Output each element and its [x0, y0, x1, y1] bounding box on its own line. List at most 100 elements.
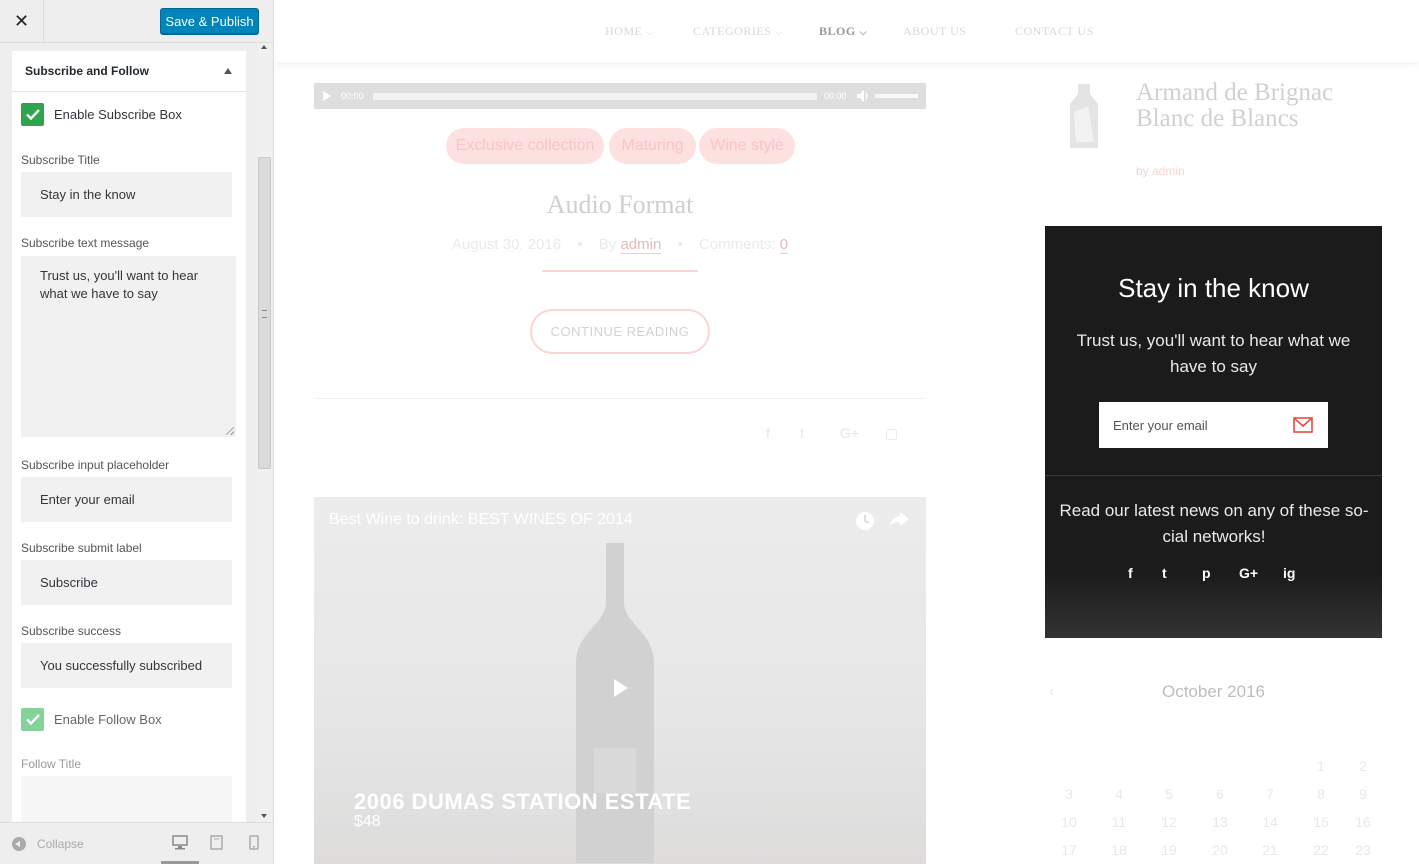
share-icon[interactable]	[889, 512, 909, 528]
scroll-up-icon[interactable]	[261, 45, 267, 49]
product-thumbnail[interactable]	[1064, 82, 1112, 150]
tag-exclusive-collection[interactable]: Exclusive collection	[446, 128, 604, 164]
calendar-day[interactable]: 10	[1054, 814, 1084, 830]
audio-progress-track[interactable]	[373, 93, 817, 100]
audio-player: 00:00 00:00	[314, 83, 926, 109]
envelope-icon[interactable]	[1293, 417, 1313, 433]
continue-reading-button[interactable]: CONTINUE READING	[530, 309, 710, 354]
volume-icon[interactable]	[857, 90, 870, 102]
watch-later-icon[interactable]	[855, 511, 875, 531]
section-subscribe-follow: Subscribe and Follow Enable Subscribe Bo…	[12, 51, 246, 822]
product-author[interactable]: by admin	[1136, 164, 1185, 178]
close-customizer-button[interactable]: ✕	[0, 0, 44, 43]
calendar-day[interactable]: 12	[1154, 814, 1184, 830]
enable-subscribe-checkbox[interactable]	[21, 103, 44, 126]
calendar-day[interactable]: 8	[1306, 786, 1336, 802]
enable-follow-checkbox-row[interactable]: Enable Follow Box	[21, 708, 162, 731]
calendar-day[interactable]: 18	[1104, 842, 1134, 858]
subscribe-form	[1099, 402, 1328, 448]
calendar-day[interactable]: 23	[1348, 842, 1378, 858]
collapse-button[interactable]: Collapse	[12, 837, 84, 851]
calendar-day[interactable]: 9	[1348, 786, 1378, 802]
calendar-day[interactable]: 17	[1054, 842, 1084, 858]
facebook-icon[interactable]: f	[1128, 565, 1133, 581]
play-icon[interactable]	[614, 679, 628, 697]
calendar-day[interactable]: 22	[1306, 842, 1336, 858]
calendar-day[interactable]: 13	[1205, 814, 1235, 830]
pinterest-icon[interactable]: p	[1202, 565, 1211, 581]
nav-item-contact-us[interactable]: CONTACT US	[1015, 24, 1094, 39]
tag-maturing[interactable]: Maturing	[609, 128, 696, 164]
collapse-up-icon[interactable]	[224, 68, 232, 74]
desktop-preview-icon[interactable]	[172, 835, 188, 850]
customizer-header: ✕ Save & Publish	[0, 0, 273, 43]
calendar-day[interactable]: 21	[1255, 842, 1285, 858]
twitter-icon[interactable]: t	[1162, 565, 1167, 581]
resize-grip-icon[interactable]	[226, 427, 234, 435]
customizer-panel: Subscribe and Follow Enable Subscribe Bo…	[0, 43, 273, 822]
play-icon[interactable]	[323, 91, 331, 101]
calendar-title: October 2016	[1161, 682, 1265, 701]
nav-label: ABOUT US	[903, 24, 967, 38]
calendar-day[interactable]: 2	[1348, 758, 1378, 774]
nav-item-about-us[interactable]: ABOUT US	[903, 24, 966, 39]
collapse-label: Collapse	[37, 837, 84, 851]
scroll-down-icon[interactable]	[261, 814, 267, 818]
app: ✕ Save & Publish Subscribe and Follow En…	[0, 0, 1419, 864]
enable-subscribe-checkbox-row[interactable]: Enable Subscribe Box	[21, 103, 182, 126]
calendar-day[interactable]: 19	[1154, 842, 1184, 858]
nav-item-categories[interactable]: CATEGORIES ⌵	[693, 24, 783, 39]
post-meta: August 30, 2016 • By admin • Comments: 0	[451, 236, 789, 254]
subscribe-success-input[interactable]: You successfully subscribed	[21, 643, 232, 688]
collapse-arrow-icon	[12, 837, 26, 851]
subscribe-email-input[interactable]	[1113, 402, 1283, 448]
save-publish-button[interactable]: Save & Publish	[160, 8, 259, 34]
subscribe-text-textarea[interactable]: Trust us, you'll want to hear what we ha…	[21, 256, 236, 437]
post-author-link[interactable]: admin	[620, 236, 662, 254]
enable-follow-checkbox[interactable]	[21, 708, 44, 731]
post-date: August 30, 2016	[451, 236, 562, 253]
calendar-day[interactable]: 20	[1205, 842, 1235, 858]
calendar-day[interactable]: 3	[1054, 786, 1084, 802]
subscribe-title-input[interactable]: Stay in the know	[21, 172, 232, 217]
scrollbar-thumb[interactable]	[258, 157, 271, 469]
post-comments-link[interactable]: 0	[779, 236, 789, 254]
calendar-day[interactable]: 16	[1348, 814, 1378, 830]
instagram-icon[interactable]: ig	[1283, 565, 1295, 581]
mobile-preview-icon[interactable]	[249, 835, 259, 850]
calendar-day[interactable]: 4	[1104, 786, 1134, 802]
share-facebook-icon[interactable]: f	[766, 425, 770, 441]
calendar-day[interactable]: 6	[1205, 786, 1235, 802]
wine-bottle-image	[576, 543, 654, 863]
enable-subscribe-label: Enable Subscribe Box	[54, 107, 182, 122]
nav-item-blog[interactable]: BLOG ⌵	[819, 24, 867, 39]
nav-label: HOME	[605, 24, 643, 38]
subscribe-placeholder-input[interactable]: Enter your email	[21, 477, 232, 522]
video-wine-name: 2006 DUMAS STATION ESTATE	[354, 789, 692, 814]
share-twitter-icon[interactable]: t	[800, 425, 804, 441]
google-plus-icon[interactable]: G+	[1239, 565, 1258, 581]
calendar-day[interactable]: 14	[1255, 814, 1285, 830]
audio-duration: 00:00	[824, 91, 847, 101]
section-header[interactable]: Subscribe and Follow	[12, 51, 246, 92]
share-instagram-icon[interactable]: ▢	[885, 425, 898, 442]
video-title[interactable]: Best Wine to drink: BEST WINES OF 2014	[329, 511, 633, 529]
calendar-day[interactable]: 1	[1306, 758, 1336, 774]
site-preview: HOME ⌵ CATEGORIES ⌵ BLOG ⌵ ABOUT US CONTACT…	[274, 0, 1419, 864]
calendar-day[interactable]: 15	[1306, 814, 1336, 830]
calendar-day[interactable]: 7	[1255, 786, 1285, 802]
video-embed[interactable]: Best Wine to drink: BEST WINES OF 2014 2…	[314, 497, 926, 864]
follow-title-input[interactable]	[21, 776, 232, 822]
tablet-preview-icon[interactable]	[210, 835, 223, 850]
chevron-down-icon: ⌵	[775, 27, 783, 37]
sidebar-scrollbar[interactable]	[257, 43, 272, 822]
subscribe-submit-input[interactable]: Subscribe	[21, 560, 232, 605]
calendar-day[interactable]: 5	[1154, 786, 1184, 802]
post-title[interactable]: Audio Format	[314, 190, 926, 220]
volume-slider[interactable]	[875, 94, 918, 98]
calendar-day[interactable]: 11	[1104, 814, 1134, 830]
nav-item-home[interactable]: HOME ⌵	[605, 24, 654, 39]
share-google-plus-icon[interactable]: G+	[840, 425, 859, 441]
tag-wine-style[interactable]: Wine style	[699, 128, 795, 164]
product-title[interactable]: Armand de Brignac Blanc de Blancs	[1136, 80, 1356, 132]
